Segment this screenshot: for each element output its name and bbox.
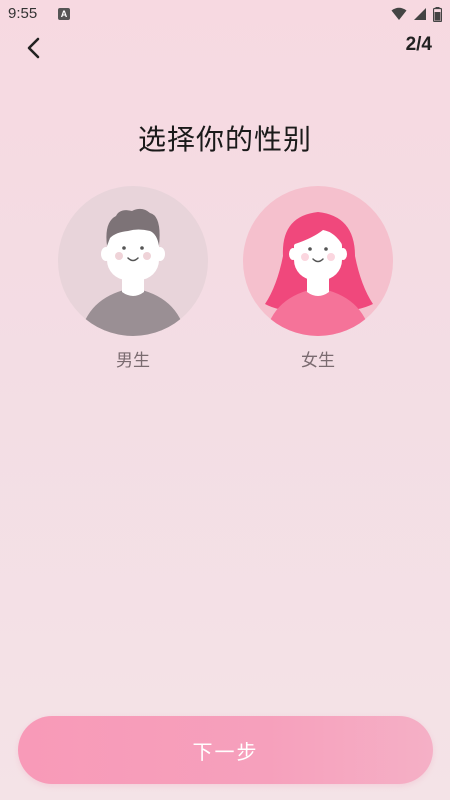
back-button[interactable] bbox=[18, 32, 50, 64]
female-avatar[interactable] bbox=[243, 186, 393, 336]
gender-option-female[interactable]: 女生 bbox=[243, 186, 393, 371]
status-bar: 9:55 A bbox=[0, 0, 450, 30]
male-avatar[interactable] bbox=[58, 186, 208, 336]
step-indicator: 2/4 bbox=[405, 34, 432, 55]
male-avatar-illustration bbox=[80, 208, 186, 336]
wifi-icon bbox=[391, 7, 407, 20]
battery-icon bbox=[433, 6, 442, 22]
status-time: 9:55 bbox=[8, 5, 38, 22]
next-button-label: 下一步 bbox=[192, 739, 259, 764]
gender-option-male[interactable]: 男生 bbox=[58, 186, 208, 371]
page-title: 选择你的性别 bbox=[137, 123, 312, 156]
status-icons bbox=[391, 6, 442, 22]
female-avatar-illustration bbox=[265, 212, 373, 336]
next-button[interactable]: 下一步 bbox=[18, 716, 433, 784]
notification-a-icon: A bbox=[58, 8, 70, 20]
chevron-left-icon bbox=[27, 37, 40, 59]
cellular-signal-icon bbox=[414, 8, 426, 20]
gender-label-female: 女生 bbox=[301, 351, 335, 371]
gender-label-male: 男生 bbox=[116, 351, 150, 371]
